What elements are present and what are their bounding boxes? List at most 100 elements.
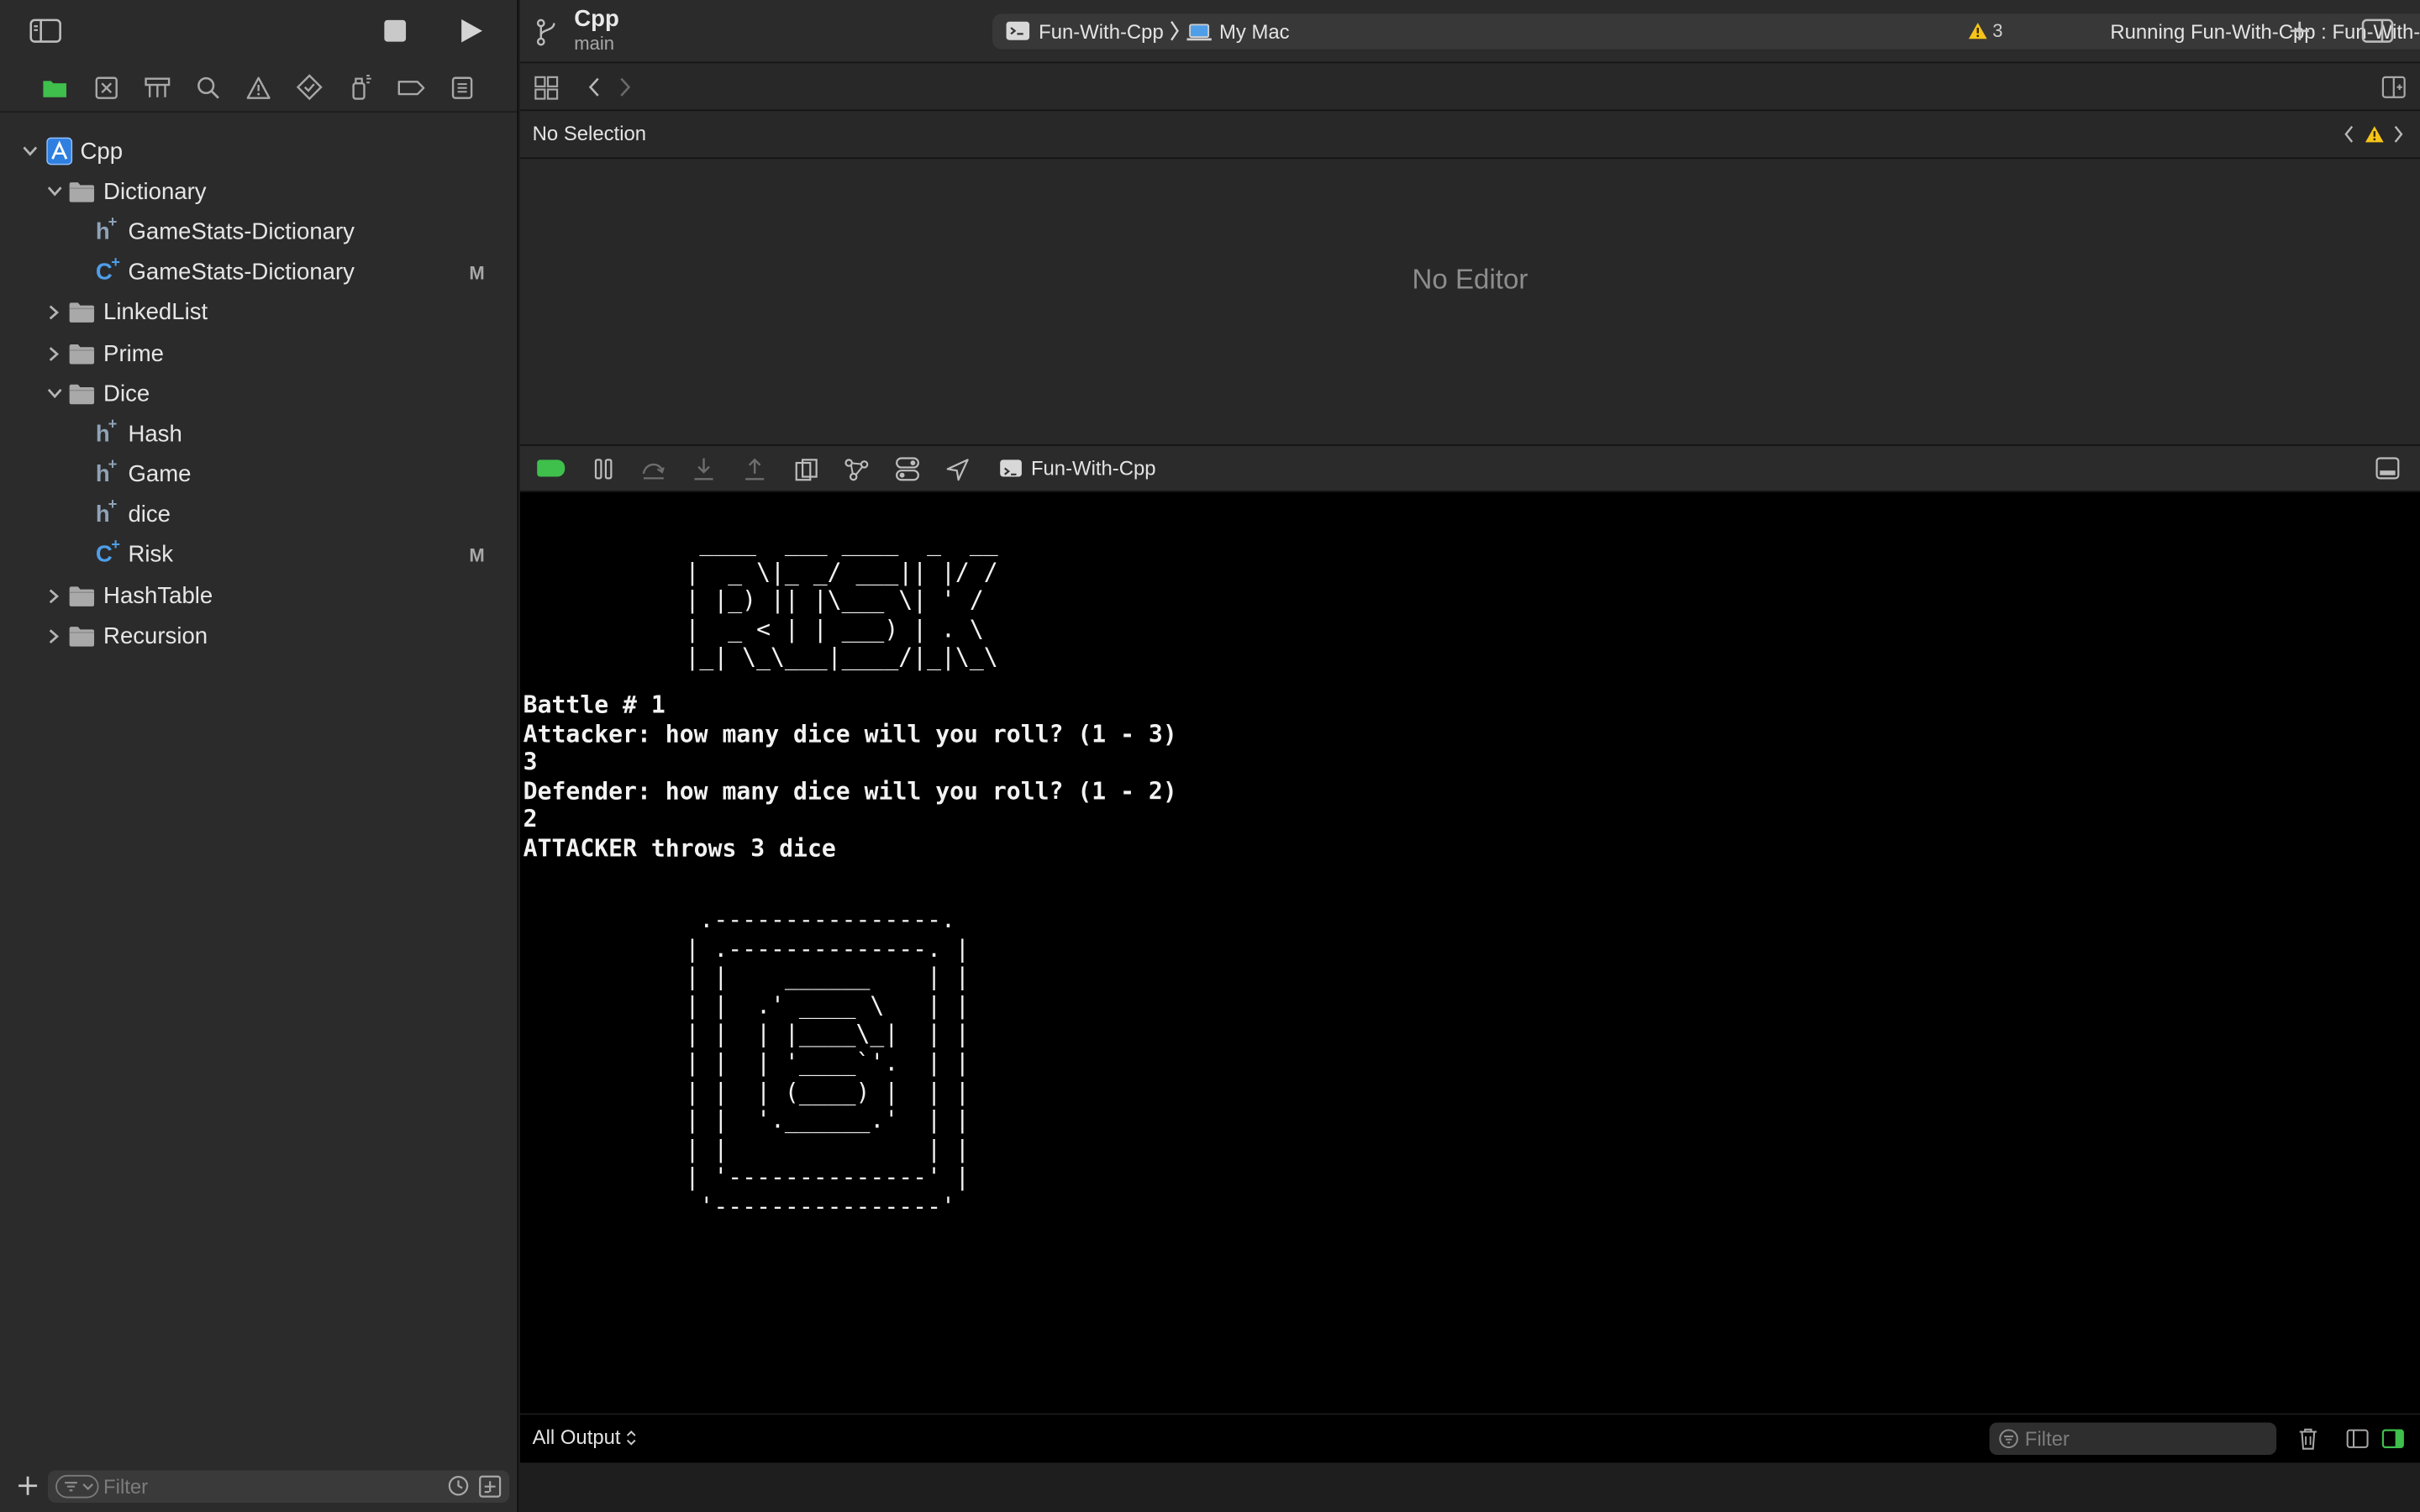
add-library-plus-icon[interactable] [2289, 20, 2311, 50]
tree-item-header[interactable]: h + Game [0, 454, 517, 495]
test-navigator-diamond-icon[interactable] [295, 72, 324, 102]
tree-item-folder[interactable]: Dictionary [0, 171, 517, 212]
debug-navigator-spray-icon[interactable] [345, 72, 375, 102]
go-forward-chevron-icon[interactable] [618, 76, 633, 107]
branch-name[interactable]: main [574, 33, 614, 55]
tree-item-source[interactable]: C + Risk M [0, 535, 517, 575]
symbol-navigator-icon[interactable] [142, 72, 171, 102]
banner-line: |_| \_\___|____/|_|\_\ [685, 643, 998, 672]
branch-icon [535, 18, 560, 54]
tree-item-folder[interactable]: HashTable [0, 575, 517, 616]
tree-item-header[interactable]: h + Hash [0, 414, 517, 454]
recent-files-clock-icon[interactable] [448, 1475, 470, 1504]
window-toolbar: Cpp main Fun-With-Cpp My Mac Running Fun… [519, 0, 2420, 64]
breadcrumb-no-selection[interactable]: No Selection [533, 122, 646, 145]
banner-line: ____ ___ ____ _ __ [685, 529, 998, 558]
issue-warning-icon[interactable] [2365, 125, 2385, 149]
previous-issue-chevron-icon[interactable] [2343, 123, 2355, 150]
folder-icon [68, 625, 96, 648]
show-console-view-icon[interactable] [2381, 1429, 2405, 1457]
tree-item-folder[interactable]: LinkedList [0, 293, 517, 333]
navigator-filter-field[interactable]: Filter [47, 1470, 510, 1506]
tree-item-label: dice [128, 501, 171, 528]
debug-view-hierarchy-icon[interactable] [795, 459, 818, 490]
tree-item-project[interactable]: Cpp [0, 131, 517, 171]
tree-item-header[interactable]: h + GameStats-Dictionary [0, 212, 517, 252]
scheme-chevron-icon [1168, 18, 1181, 48]
tree-item-source[interactable]: C + GameStats-Dictionary M [0, 252, 517, 292]
dice-line: | | .' ____ \ | | [685, 991, 970, 1020]
disclosure-open-icon[interactable] [20, 142, 39, 160]
disclosure-open-icon[interactable] [45, 182, 63, 201]
next-issue-chevron-icon[interactable] [2392, 123, 2405, 150]
toggle-inspector-icon[interactable] [2361, 18, 2394, 51]
breakpoints-toggle-icon[interactable] [537, 459, 566, 477]
toggle-debug-area-icon[interactable] [2375, 457, 2400, 488]
editor-breadcrumb: No Selection [519, 111, 2420, 160]
add-file-plus-icon[interactable] [17, 1475, 39, 1504]
run-button[interactable] [459, 17, 485, 45]
output-selector[interactable]: All Output [533, 1425, 638, 1449]
editor-area: No Editor [519, 159, 2420, 446]
source-control-status-badge: M [469, 544, 485, 567]
related-items-grid-icon[interactable] [534, 76, 559, 108]
go-back-chevron-icon[interactable] [587, 76, 602, 107]
folder-icon [68, 342, 96, 365]
source-control-navigator-icon[interactable] [91, 72, 120, 102]
disclosure-closed-icon[interactable] [45, 586, 63, 605]
tree-item-label: Hash [128, 421, 182, 448]
disclosure-closed-icon[interactable] [45, 627, 63, 645]
step-over-icon[interactable] [640, 459, 666, 488]
add-editor-split-icon[interactable] [2381, 76, 2406, 107]
breakpoint-navigator-icon[interactable] [397, 72, 426, 102]
tree-item-folder[interactable]: Recursion [0, 616, 517, 656]
disclosure-closed-icon[interactable] [45, 304, 63, 323]
header-file-icon: h + [95, 456, 118, 488]
tree-item-label: Prime [103, 340, 165, 367]
tree-item-header[interactable]: h + dice [0, 495, 517, 535]
tree-item-label: Cpp [80, 138, 124, 165]
destination-selector[interactable]: My Mac [1219, 20, 1290, 44]
pause-icon[interactable] [594, 459, 613, 488]
tree-item-label: GameStats-Dictionary [128, 259, 355, 286]
clear-console-trash-icon[interactable] [2298, 1427, 2318, 1458]
step-into-icon[interactable] [693, 457, 715, 490]
console-filter-field[interactable]: Filter [1989, 1422, 2277, 1456]
find-navigator-search-icon[interactable] [193, 72, 223, 102]
scheme-selector[interactable]: Fun-With-Cpp [1039, 20, 1164, 44]
source-control-filter-icon[interactable] [478, 1475, 502, 1506]
report-navigator-icon[interactable] [448, 72, 477, 102]
issue-navigator-warning-icon[interactable] [244, 72, 273, 102]
no-editor-label: No Editor [1412, 264, 1528, 295]
console-output[interactable]: ____ ___ ____ _ __ | _ \|_ _/ ___|| |/ / |… [519, 491, 2420, 1463]
toggle-navigator-icon[interactable] [29, 18, 62, 43]
simulate-location-icon[interactable] [946, 459, 970, 490]
dice-line: | '--------------' | [685, 1163, 970, 1192]
tree-item-label: GameStats-Dictionary [128, 218, 355, 245]
stop-button[interactable] [384, 19, 407, 42]
project-title[interactable]: Cpp [574, 6, 619, 32]
step-out-icon[interactable] [744, 457, 765, 490]
header-file-icon: h + [95, 416, 118, 448]
dice-line: | | | (____) | | | [685, 1078, 970, 1106]
project-navigator-folder-icon[interactable] [40, 72, 70, 102]
environment-overrides-icon[interactable] [895, 457, 919, 490]
project-tree: Cpp Dictionary h + GameStats-Dictionary C + Gam… [0, 113, 517, 656]
show-variables-view-icon[interactable] [2346, 1429, 2370, 1457]
output-selector-label: All Output [532, 1425, 621, 1449]
banner-line: | |_) || |\___ \| ' / [685, 586, 998, 615]
console-bottom-bar: All Output Filter [519, 1413, 2420, 1463]
disclosure-open-icon[interactable] [45, 385, 63, 403]
dice-line: '----------------' [685, 1192, 955, 1221]
process-name[interactable]: Fun-With-Cpp [1031, 457, 1156, 480]
laptop-icon [1186, 24, 1213, 47]
banner-line: | _ \|_ _/ ___|| |/ / [685, 558, 998, 586]
tree-item-folder[interactable]: Dice [0, 374, 517, 414]
filter-options-icon[interactable] [55, 1474, 99, 1499]
tree-item-folder[interactable]: Prime [0, 333, 517, 374]
folder-icon [68, 584, 96, 607]
warnings-indicator[interactable]: 3 [1968, 20, 2003, 42]
disclosure-closed-icon[interactable] [45, 344, 63, 363]
navigator-filter-placeholder: Filter [103, 1474, 149, 1499]
memory-graph-icon[interactable] [844, 459, 869, 490]
